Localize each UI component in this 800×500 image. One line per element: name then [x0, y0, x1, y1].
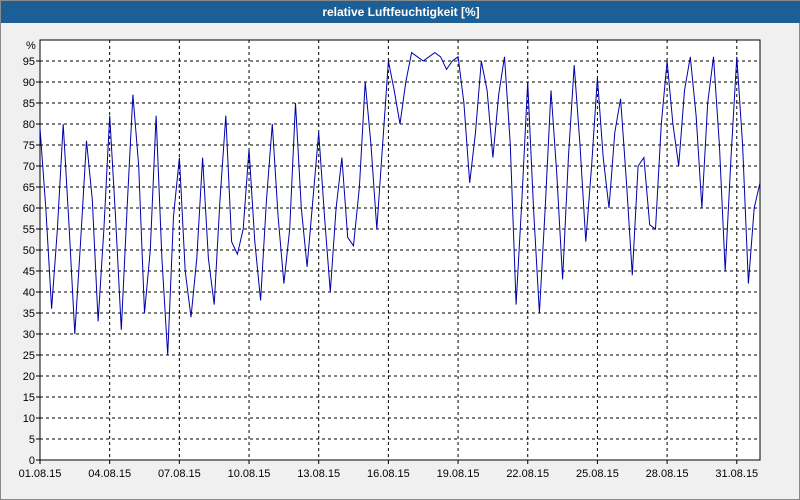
humidity-line-chart: 0 5 10 15 20 25 30 35 40 45 50 55 60 65 70 75 80 85 90 95 0…: [19, 39, 761, 480]
y-tick-label: 50: [23, 245, 35, 257]
y-tick-label: 30: [23, 329, 35, 341]
x-tick-label: 28.08.15: [646, 468, 689, 480]
x-axis-ticks: 01.08.15 04.08.15 07.08.15 10.08.15 13.08.15…: [19, 460, 758, 480]
y-tick-label: 80: [23, 119, 35, 131]
x-tick-label: 31.08.15: [715, 468, 758, 480]
y-tick-label: 75: [23, 140, 35, 152]
y-axis-unit-label: %: [26, 40, 36, 52]
y-tick-label: 55: [23, 224, 35, 236]
x-tick-label: 01.08.15: [19, 468, 62, 480]
y-tick-label: 65: [23, 182, 35, 194]
y-tick-label: 95: [23, 56, 35, 68]
x-tick-label: 19.08.15: [437, 468, 480, 480]
x-tick-label: 13.08.15: [297, 468, 340, 480]
grid-lines: [40, 40, 760, 460]
y-tick-label: 85: [23, 98, 35, 110]
y-tick-label: 40: [23, 287, 35, 299]
y-tick-label: 60: [23, 203, 35, 215]
x-tick-label: 10.08.15: [228, 468, 271, 480]
y-tick-label: 70: [23, 161, 35, 173]
y-tick-label: 35: [23, 308, 35, 320]
y-axis-ticks: 0 5 10 15 20 25 30 35 40 45 50 55 60 65 70 75 80 85 90 95: [23, 56, 40, 467]
y-tick-label: 25: [23, 350, 35, 362]
y-tick-label: 5: [29, 434, 35, 446]
y-tick-label: 90: [23, 77, 35, 89]
x-tick-label: 22.08.15: [506, 468, 549, 480]
y-tick-label: 15: [23, 392, 35, 404]
x-tick-label: 25.08.15: [576, 468, 619, 480]
x-tick-label: 16.08.15: [367, 468, 410, 480]
y-tick-label: 0: [29, 455, 35, 467]
y-tick-label: 10: [23, 413, 35, 425]
y-tick-label: 20: [23, 371, 35, 383]
y-tick-label: 45: [23, 266, 35, 278]
x-tick-label: 07.08.15: [158, 468, 201, 480]
x-tick-label: 04.08.15: [88, 468, 131, 480]
